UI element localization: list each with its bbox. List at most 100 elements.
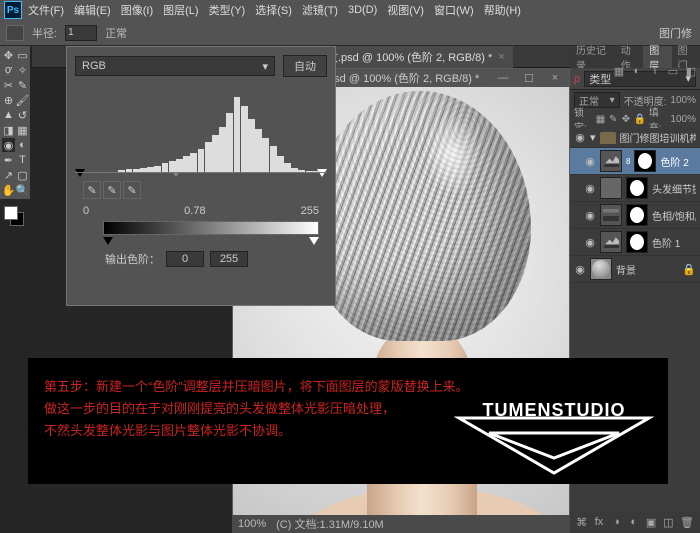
visibility-icon[interactable]: ◉ xyxy=(584,209,596,221)
layer-group[interactable]: ◉ ▾ 图门修图培训机构 xyxy=(570,128,700,148)
layer-row[interactable]: ◉ 色阶 1 xyxy=(570,229,700,256)
trash-icon[interactable]: 🗑 xyxy=(680,515,694,529)
input-gamma-value[interactable]: 0.78 xyxy=(184,205,205,217)
visibility-icon[interactable]: ◉ xyxy=(584,155,596,167)
output-white-input[interactable] xyxy=(210,251,248,267)
lock-pixels-icon[interactable]: ▦ xyxy=(596,113,606,125)
tab-history[interactable]: 历史记录 xyxy=(570,46,615,68)
visibility-icon[interactable]: ◉ xyxy=(584,182,596,194)
heal-tool[interactable]: ⊕ xyxy=(2,93,15,107)
layer-row[interactable]: ◉ 头发细节提取 xyxy=(570,175,700,202)
menu-filter[interactable]: 滤镜(T) xyxy=(298,2,342,18)
levels-thumb[interactable] xyxy=(600,150,622,172)
output-black-slider[interactable] xyxy=(103,237,113,245)
eyedropper-tool[interactable]: ✎ xyxy=(16,78,29,92)
brush-tool[interactable]: 🖌 xyxy=(16,93,29,107)
close-button[interactable]: × xyxy=(545,72,565,84)
input-white-value[interactable]: 255 xyxy=(301,205,319,217)
wand-tool[interactable]: ✧ xyxy=(16,63,29,77)
menu-image[interactable]: 图像(I) xyxy=(117,2,157,18)
radius-input[interactable] xyxy=(65,25,97,41)
layer-row[interactable]: ◉ 8 色阶 2 xyxy=(570,148,700,175)
zoom-tool[interactable]: 🔍 xyxy=(16,183,29,197)
zoom-level[interactable]: 100% xyxy=(238,518,266,530)
menu-edit[interactable]: 编辑(E) xyxy=(70,2,115,18)
doc-size-status[interactable]: (C) 文档:1.31M/9.10M xyxy=(276,516,384,532)
filter-shape-icon[interactable]: ▭ xyxy=(666,64,680,78)
menu-file[interactable]: 文件(F) xyxy=(24,2,68,18)
layer-name[interactable]: 色相/饱和度 1 xyxy=(652,208,696,223)
opacity-value[interactable]: 100% xyxy=(670,95,696,106)
lasso-tool[interactable]: ợ xyxy=(2,63,15,77)
output-gradient[interactable] xyxy=(103,221,319,235)
path-tool[interactable]: ↗ xyxy=(2,168,15,182)
gray-eyedropper[interactable]: ✎ xyxy=(103,181,121,199)
fx-icon[interactable]: fx xyxy=(593,515,604,529)
layer-name[interactable]: 背景 xyxy=(616,262,678,277)
white-eyedropper[interactable]: ✎ xyxy=(123,181,141,199)
pen-tool[interactable]: ✒ xyxy=(2,153,15,167)
type-tool[interactable]: T xyxy=(16,153,29,167)
mask-thumb[interactable] xyxy=(626,204,648,226)
output-white-slider[interactable] xyxy=(309,237,319,245)
blend-mode-value[interactable]: 正常 xyxy=(105,25,127,41)
stamp-tool[interactable]: ▲ xyxy=(2,108,15,122)
menu-layer[interactable]: 图层(L) xyxy=(159,2,202,18)
layer-name[interactable]: 色阶 2 xyxy=(660,154,696,169)
crop-tool[interactable]: ✂ xyxy=(2,78,15,92)
layer-name[interactable]: 色阶 1 xyxy=(652,235,696,250)
mask-thumb[interactable] xyxy=(626,231,648,253)
group-name[interactable]: 图门修图培训机构 xyxy=(620,130,696,145)
close-icon[interactable]: × xyxy=(498,51,504,63)
layer-row[interactable]: ◉ 背景 🔒 xyxy=(570,256,700,283)
layer-name[interactable]: 头发细节提取 xyxy=(652,181,696,196)
chevron-down-icon[interactable]: ▾ xyxy=(590,131,596,144)
move-tool[interactable]: ✥ xyxy=(2,48,15,62)
visibility-icon[interactable]: ◉ xyxy=(574,132,586,144)
hue-thumb[interactable] xyxy=(600,204,622,226)
new-layer-icon[interactable]: ◫ xyxy=(663,515,674,529)
hand-tool[interactable]: ✋ xyxy=(2,183,15,197)
menu-3d[interactable]: 3D(D) xyxy=(344,4,381,16)
menu-window[interactable]: 窗口(W) xyxy=(430,2,478,18)
lock-all-icon[interactable]: 🔒 xyxy=(634,113,646,125)
workspace-name[interactable]: 图门修 xyxy=(659,25,692,41)
levels-thumb[interactable] xyxy=(600,231,622,253)
filter-smart-icon[interactable]: ◧ xyxy=(684,64,698,78)
visibility-icon[interactable]: ◉ xyxy=(584,236,596,248)
visibility-icon[interactable]: ◉ xyxy=(574,263,586,275)
filter-adjust-icon[interactable]: ◐ xyxy=(630,64,644,78)
gradient-tool[interactable]: ▦ xyxy=(16,123,29,137)
blur-tool[interactable]: ◉ xyxy=(2,138,15,152)
group-icon[interactable]: ▣ xyxy=(645,515,656,529)
menu-type[interactable]: 类型(Y) xyxy=(205,2,250,18)
eraser-tool[interactable]: ◨ xyxy=(2,123,15,137)
filter-image-icon[interactable]: ▦ xyxy=(612,64,626,78)
maximize-button[interactable]: ☐ xyxy=(519,72,539,84)
fill-value[interactable]: 100% xyxy=(670,114,696,125)
auto-button[interactable]: 自动 xyxy=(283,55,327,77)
filter-text-icon[interactable]: T xyxy=(648,64,662,78)
history-brush-tool[interactable]: ↺ xyxy=(16,108,29,122)
mask-icon[interactable]: ◑ xyxy=(611,515,622,529)
menu-help[interactable]: 帮助(H) xyxy=(480,2,525,18)
adjustment-icon[interactable]: ◐ xyxy=(628,515,639,529)
menu-select[interactable]: 选择(S) xyxy=(251,2,296,18)
tool-preset-button[interactable] xyxy=(6,25,24,41)
shape-tool[interactable]: ▢ xyxy=(16,168,29,182)
layer-row[interactable]: ◉ 色相/饱和度 1 xyxy=(570,202,700,229)
image-thumb[interactable] xyxy=(600,177,622,199)
dodge-tool[interactable]: ◐ xyxy=(16,138,29,152)
link-layers-icon[interactable]: ⌘ xyxy=(576,515,587,529)
foreground-swatch[interactable] xyxy=(4,206,18,220)
lock-pos-icon[interactable]: ✥ xyxy=(621,113,631,125)
link-icon[interactable]: 8 xyxy=(626,157,630,166)
input-black-value[interactable]: 0 xyxy=(83,205,89,217)
menu-view[interactable]: 视图(V) xyxy=(383,2,428,18)
mask-thumb[interactable] xyxy=(634,150,656,172)
channel-select[interactable]: RGB ▾ xyxy=(75,56,275,76)
mask-thumb[interactable] xyxy=(626,177,648,199)
output-black-input[interactable] xyxy=(166,251,204,267)
image-thumb[interactable] xyxy=(590,258,612,280)
marquee-tool[interactable]: ▭ xyxy=(16,48,29,62)
